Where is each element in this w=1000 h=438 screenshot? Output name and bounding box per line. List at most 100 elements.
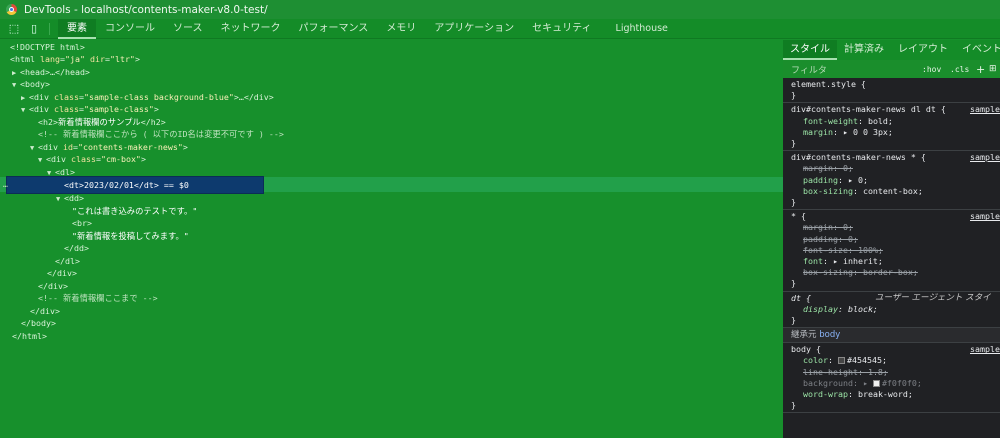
declaration[interactable]: box-sizing: content-box; <box>791 186 1000 197</box>
body-node[interactable]: ▼ <body> <box>12 78 50 90</box>
cm-box-node[interactable]: ▼ <div class="cm-box"> <box>38 153 146 165</box>
node-actions-ellipsis[interactable]: … <box>3 179 8 191</box>
new-rule-button[interactable]: + <box>976 63 985 76</box>
property-name: margin <box>803 126 833 137</box>
filter-input[interactable]: フィルタ <box>791 63 827 76</box>
selected-dt-node[interactable]: <dt>2023/02/01</dt> == $0 <box>64 179 189 191</box>
dd-node[interactable]: ▼ <dd> <box>56 192 84 204</box>
rule-source-link[interactable]: sample <box>970 344 1000 355</box>
html-attr-dir-value: "ltr" <box>109 54 135 64</box>
tab-computed[interactable]: 計算済み <box>837 40 891 60</box>
declaration[interactable]: word-wrap: break-word; <box>791 389 1000 400</box>
div-attr-class-value: "sample-class" <box>83 104 154 114</box>
property-name: padding <box>803 174 838 185</box>
tab-event-listeners[interactable]: イベントリ <box>955 40 1000 60</box>
html-close-node[interactable]: </html> <box>12 330 47 342</box>
tab-styles[interactable]: スタイル <box>783 40 837 60</box>
collapse-triangle-icon[interactable]: ▼ <box>21 104 29 116</box>
rule-selector[interactable]: div#contents-maker-news * { <box>791 152 1000 163</box>
property-name: font-weight <box>803 115 858 126</box>
tab-application[interactable]: アプリケーション <box>425 19 523 39</box>
declaration[interactable]: font: ▸ inherit; <box>791 256 1000 267</box>
tab-memory[interactable]: メモリ <box>377 19 425 39</box>
overridden-declaration[interactable]: padding: 0; <box>791 234 1000 245</box>
dd-close-node[interactable]: </dd> <box>64 242 89 254</box>
rule-source-link[interactable]: sample <box>970 104 1000 115</box>
div-attr-id: id <box>62 142 73 152</box>
tab-console[interactable]: コンソール <box>96 19 164 39</box>
html-attr-lang: lang <box>39 54 60 64</box>
tab-network[interactable]: ネットワーク <box>212 19 290 39</box>
user-agent-style-rule: dt { ユーザー エージェント スタイ display: block; } <box>783 292 1000 329</box>
tab-elements[interactable]: 要素 <box>58 18 96 39</box>
tab-sources[interactable]: ソース <box>164 19 212 39</box>
comment-end-node[interactable]: <!-- 新着情報欄ここまで --> <box>38 292 158 304</box>
elements-panel: … <dt>2023/02/01</dt> == $0 <!DOCTYPE ht… <box>0 40 783 438</box>
html-close-tag: </html> <box>12 331 47 341</box>
hover-state-toggle[interactable]: :hov <box>922 65 941 74</box>
dl-node[interactable]: ▼ <dl> <box>47 166 75 178</box>
div-background-blue-node[interactable]: ▶ <div class="sample-class background-blu… <box>21 91 274 103</box>
declaration[interactable]: margin: ▸ 0 0 3px; <box>791 127 1000 138</box>
color-swatch-icon[interactable] <box>872 379 880 387</box>
color-swatch-icon[interactable] <box>837 357 845 365</box>
styles-tab-bar: スタイル 計算済み レイアウト イベントリ <box>783 40 1000 60</box>
head-node[interactable]: ▶ <head>…</head> <box>12 66 90 78</box>
inherited-label: 継承元 <box>791 330 817 341</box>
doctype-node[interactable]: <!DOCTYPE html> <box>10 41 85 53</box>
declaration[interactable]: color: #454545; <box>791 355 1000 366</box>
collapse-triangle-icon[interactable]: ▼ <box>56 193 64 205</box>
overridden-declaration[interactable]: box-sizing: border-box; <box>791 267 1000 278</box>
div-tag-end: > <box>140 154 146 164</box>
declaration[interactable]: font-weight: bold; <box>791 116 1000 127</box>
div-sample-class-node[interactable]: ▼ <div class="sample-class"> <box>21 103 159 115</box>
property-value: : 0; <box>832 163 853 174</box>
html-node[interactable]: <html lang="ja" dir="ltr"> <box>10 53 140 65</box>
rule-selector[interactable]: * { <box>791 211 1000 222</box>
inspect-element-icon[interactable]: ⬚ <box>8 22 20 35</box>
property-name: box-sizing <box>803 185 853 196</box>
property-value: : ▸ 0 0 3px; <box>832 126 893 137</box>
div-close-node[interactable]: </div> <box>30 305 60 317</box>
overridden-declaration[interactable]: margin: 0; <box>791 222 1000 233</box>
toolbar-divider <box>49 22 50 35</box>
text-node-2[interactable]: "新着情報を投稿してみます。" <box>72 230 189 242</box>
rule-selector[interactable]: element.style { <box>791 79 1000 90</box>
text-node-1[interactable]: "これは書き込みのテストです。" <box>72 205 197 217</box>
devtools-logo-icon <box>6 4 17 15</box>
h2-node[interactable]: <h2>新着情報欄のサンプル</h2> <box>38 116 166 128</box>
overridden-declaration[interactable]: font-size: 100%; <box>791 245 1000 256</box>
class-toggle[interactable]: .cls <box>950 65 969 74</box>
div-close-node[interactable]: </div> <box>47 267 77 279</box>
tab-security[interactable]: セキュリティ <box>523 19 600 39</box>
contents-maker-news-node[interactable]: ▼ <div id="contents-maker-news"> <box>30 141 188 153</box>
rule-selector[interactable]: div#contents-maker-news dl dt { <box>791 104 1000 115</box>
h2-text: 新着情報欄のサンプル <box>57 117 141 127</box>
div-close-node[interactable]: </div> <box>38 280 68 292</box>
rule-source-link[interactable]: sample <box>970 152 1000 163</box>
br-node[interactable]: <br> <box>72 217 92 229</box>
dl-close-node[interactable]: </dl> <box>55 255 80 267</box>
title-bar: DevTools - localhost/contents-maker-v8.0… <box>0 0 1000 19</box>
tab-layout[interactable]: レイアウト <box>891 40 955 60</box>
tab-lighthouse[interactable]: Lighthouse <box>607 19 677 39</box>
collapse-triangle-icon[interactable]: ▼ <box>30 142 38 154</box>
body-close-node[interactable]: </body> <box>21 317 56 329</box>
property-name: margin <box>803 222 833 233</box>
rule-selector[interactable]: body { <box>791 344 1000 355</box>
collapse-triangle-icon[interactable]: ▼ <box>38 154 46 166</box>
declaration[interactable]: padding: ▸ 0; <box>791 175 1000 186</box>
collapse-triangle-icon[interactable]: ▼ <box>47 167 55 179</box>
rendering-emulation-icon[interactable]: ⊞ <box>989 64 997 74</box>
inactive-declaration[interactable]: background: ▸ #f0f0f0; <box>791 378 1000 389</box>
rule-source-link[interactable]: sample <box>970 211 1000 222</box>
property-name: background <box>803 377 853 388</box>
comment-start-node[interactable]: <!-- 新着情報欄ここから ( 以下のID名は変更不可です ) --> <box>38 128 284 140</box>
style-rules-list: element.style { } div#contents-maker-new… <box>783 78 1000 414</box>
tab-performance[interactable]: パフォーマンス <box>290 19 378 39</box>
collapse-triangle-icon[interactable]: ▼ <box>12 79 20 91</box>
overridden-declaration[interactable]: margin: 0; <box>791 163 1000 174</box>
device-toggle-icon[interactable]: ▯ <box>28 22 40 35</box>
inherited-body-link[interactable]: body <box>819 330 840 340</box>
overridden-declaration[interactable]: line-height: 1.8; <box>791 367 1000 378</box>
